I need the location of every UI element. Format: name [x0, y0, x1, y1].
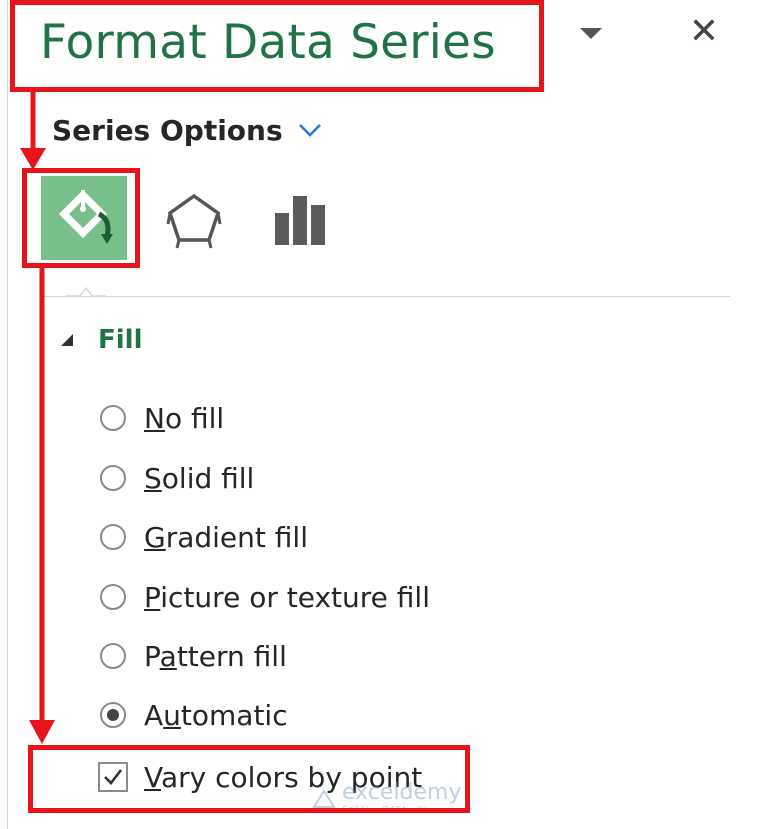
annotation-arrowhead-1: [20, 148, 46, 170]
annotation-arrows: [20, 90, 55, 744]
annotation-arrowhead-2: [29, 720, 55, 744]
